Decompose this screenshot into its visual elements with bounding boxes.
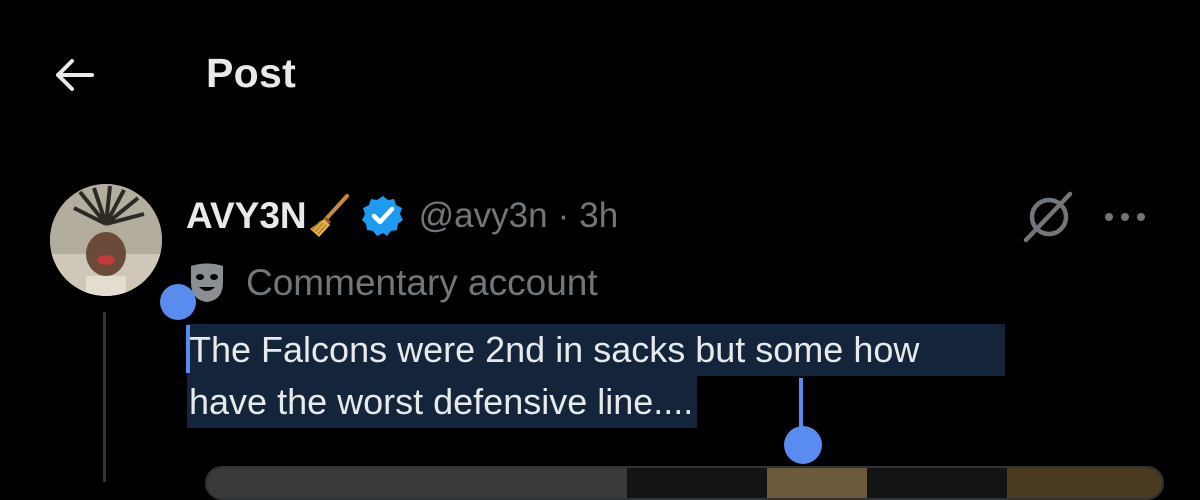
selection-start-handle[interactable] — [160, 284, 196, 320]
top-bar: Post — [0, 0, 1200, 150]
selection-start-caret — [186, 325, 190, 373]
media-preview-image — [767, 468, 867, 498]
verified-badge-icon[interactable] — [361, 194, 405, 238]
media-preview-image — [1007, 468, 1162, 498]
media-preview-image — [207, 468, 627, 498]
back-button[interactable] — [46, 50, 102, 100]
selection-end-caret — [799, 378, 803, 428]
avatar-image — [50, 184, 162, 296]
post-text-line-2: have the worst defensive line.... — [187, 376, 698, 428]
thread-line — [103, 312, 106, 482]
separator-dot: · — [557, 196, 570, 235]
grok-button[interactable] — [1020, 188, 1078, 246]
selection-end-handle[interactable] — [784, 426, 822, 464]
avatar[interactable] — [50, 184, 162, 296]
more-button[interactable] — [1100, 200, 1150, 234]
post-text-line-1: The Falcons were 2nd in sacks but some h… — [187, 324, 1006, 376]
post-time[interactable]: 3h — [579, 196, 618, 236]
broom-icon — [309, 194, 349, 237]
page-title: Post — [206, 50, 297, 96]
post-text[interactable]: The Falcons were 2nd in sacks but some h… — [187, 324, 1167, 428]
author-row: AVY3N @avy3n · 3h — [186, 190, 618, 242]
author-handle[interactable]: @avy3n — [419, 196, 548, 236]
author-name[interactable]: AVY3N — [186, 195, 307, 237]
grok-icon — [1023, 191, 1073, 243]
account-label-text: Commentary account — [246, 262, 598, 303]
arrow-left-icon — [56, 59, 94, 91]
account-label[interactable]: Commentary account — [188, 258, 598, 308]
media-preview[interactable] — [205, 466, 1164, 500]
more-icon — [1105, 213, 1145, 221]
